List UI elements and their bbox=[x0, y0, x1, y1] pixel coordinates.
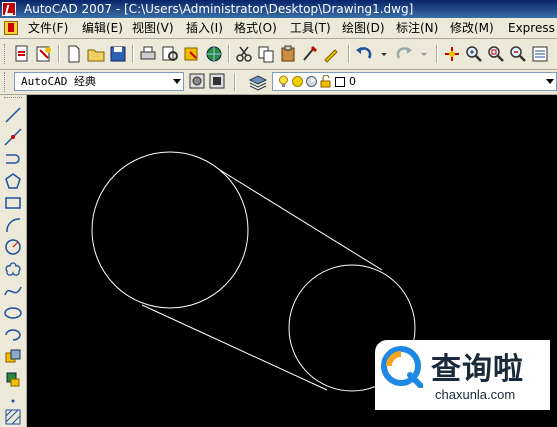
toolbar-grip[interactable] bbox=[4, 72, 8, 92]
plot-icon[interactable] bbox=[138, 44, 158, 64]
polygon-icon[interactable] bbox=[3, 171, 23, 191]
cut-icon[interactable] bbox=[234, 44, 254, 64]
watermark-url: chaxunla.com bbox=[435, 387, 516, 402]
watermark-brand: 查询啦 bbox=[431, 352, 524, 387]
workspace-select[interactable]: AutoCAD 经典 bbox=[14, 72, 184, 91]
current-layer-name: 0 bbox=[349, 75, 356, 88]
menu-bar: 文件(F) 编辑(E) 视图(V) 插入(I) 格式(O) 工具(T) 绘图(D… bbox=[0, 18, 557, 39]
window-title: AutoCAD 2007 - [C:\Users\Administrator\D… bbox=[24, 2, 414, 16]
arc-icon[interactable] bbox=[3, 215, 23, 235]
paste-icon[interactable] bbox=[278, 44, 298, 64]
zoom-window-icon[interactable] bbox=[486, 44, 506, 64]
menu-edit[interactable]: 编辑(E) bbox=[82, 18, 123, 38]
lightbulb-on-icon[interactable] bbox=[277, 75, 290, 88]
make-block-icon[interactable] bbox=[3, 369, 23, 389]
menu-dimension[interactable]: 标注(N) bbox=[396, 18, 438, 38]
lower-tangent-line[interactable] bbox=[141, 304, 328, 391]
sheet-set-icon[interactable] bbox=[34, 44, 54, 64]
menu-file[interactable]: 文件(F) bbox=[28, 18, 68, 38]
menu-tools[interactable]: 工具(T) bbox=[290, 18, 331, 38]
my-workspace-icon[interactable] bbox=[208, 72, 226, 90]
revision-cloud-icon[interactable] bbox=[3, 259, 23, 279]
menu-express[interactable]: Express bbox=[508, 18, 555, 38]
zoom-previous-icon[interactable] bbox=[508, 44, 528, 64]
rectangle-icon[interactable] bbox=[3, 193, 23, 213]
layer-control[interactable]: 0 bbox=[272, 72, 557, 91]
viewport-freeze-icon[interactable] bbox=[305, 75, 318, 88]
standard-toolbar bbox=[0, 39, 557, 70]
autocad-app-icon[interactable] bbox=[2, 2, 16, 16]
publish-icon[interactable] bbox=[182, 44, 202, 64]
open-folder-icon[interactable] bbox=[86, 44, 106, 64]
magnifier-logo-icon bbox=[381, 346, 423, 388]
toolbar-grip[interactable] bbox=[4, 97, 22, 101]
insert-block-icon[interactable] bbox=[3, 347, 23, 367]
menu-insert[interactable]: 插入(I) bbox=[186, 18, 223, 38]
plot-preview-icon[interactable] bbox=[160, 44, 180, 64]
redo-icon[interactable] bbox=[394, 44, 414, 64]
spline-icon[interactable] bbox=[3, 281, 23, 301]
sun-thaw-icon[interactable] bbox=[291, 75, 304, 88]
title-bar: AutoCAD 2007 - [C:\Users\Administrator\D… bbox=[0, 0, 557, 18]
circle-icon[interactable] bbox=[3, 237, 23, 257]
workspace-select-value: AutoCAD 经典 bbox=[21, 75, 96, 88]
ellipse-arc-icon[interactable] bbox=[3, 325, 23, 345]
properties-icon[interactable] bbox=[530, 44, 550, 64]
unlock-icon[interactable] bbox=[319, 75, 332, 88]
toolbar-grip[interactable] bbox=[4, 44, 8, 64]
layer-color-swatch bbox=[335, 77, 345, 87]
large-circle[interactable] bbox=[91, 151, 249, 309]
polyline-icon[interactable] bbox=[3, 149, 23, 169]
undo-dropdown-icon[interactable] bbox=[374, 44, 394, 64]
hatch-icon[interactable] bbox=[3, 407, 23, 427]
chevron-down-icon bbox=[546, 79, 554, 84]
line-icon[interactable] bbox=[3, 105, 23, 125]
block-editor-icon[interactable] bbox=[322, 44, 342, 64]
ellipse-icon[interactable] bbox=[3, 303, 23, 323]
match-properties-icon[interactable] bbox=[300, 44, 320, 64]
menu-format[interactable]: 格式(O) bbox=[234, 18, 277, 38]
copy-icon[interactable] bbox=[256, 44, 276, 64]
menu-view[interactable]: 视图(V) bbox=[132, 18, 174, 38]
new-file-icon[interactable] bbox=[64, 44, 84, 64]
draw-toolbar bbox=[0, 95, 27, 427]
publish-web-icon[interactable] bbox=[204, 44, 224, 64]
construction-line-icon[interactable] bbox=[3, 127, 23, 147]
redo-dropdown-icon[interactable] bbox=[414, 44, 434, 64]
layer-properties-icon[interactable] bbox=[248, 72, 268, 92]
watermark-badge: 查询啦 chaxunla.com bbox=[375, 340, 550, 410]
workspace-settings-icon[interactable] bbox=[188, 72, 206, 90]
menu-draw[interactable]: 绘图(D) bbox=[342, 18, 385, 38]
menu-modify[interactable]: 修改(M) bbox=[450, 18, 494, 38]
document-icon[interactable] bbox=[4, 21, 18, 35]
zoom-realtime-icon[interactable] bbox=[464, 44, 484, 64]
chevron-down-icon bbox=[173, 79, 181, 84]
qnew-icon[interactable] bbox=[12, 44, 32, 64]
pan-realtime-icon[interactable] bbox=[442, 44, 462, 64]
save-icon[interactable] bbox=[108, 44, 128, 64]
workspaces-toolbar: AutoCAD 经典 0 bbox=[0, 70, 557, 95]
undo-icon[interactable] bbox=[354, 44, 374, 64]
